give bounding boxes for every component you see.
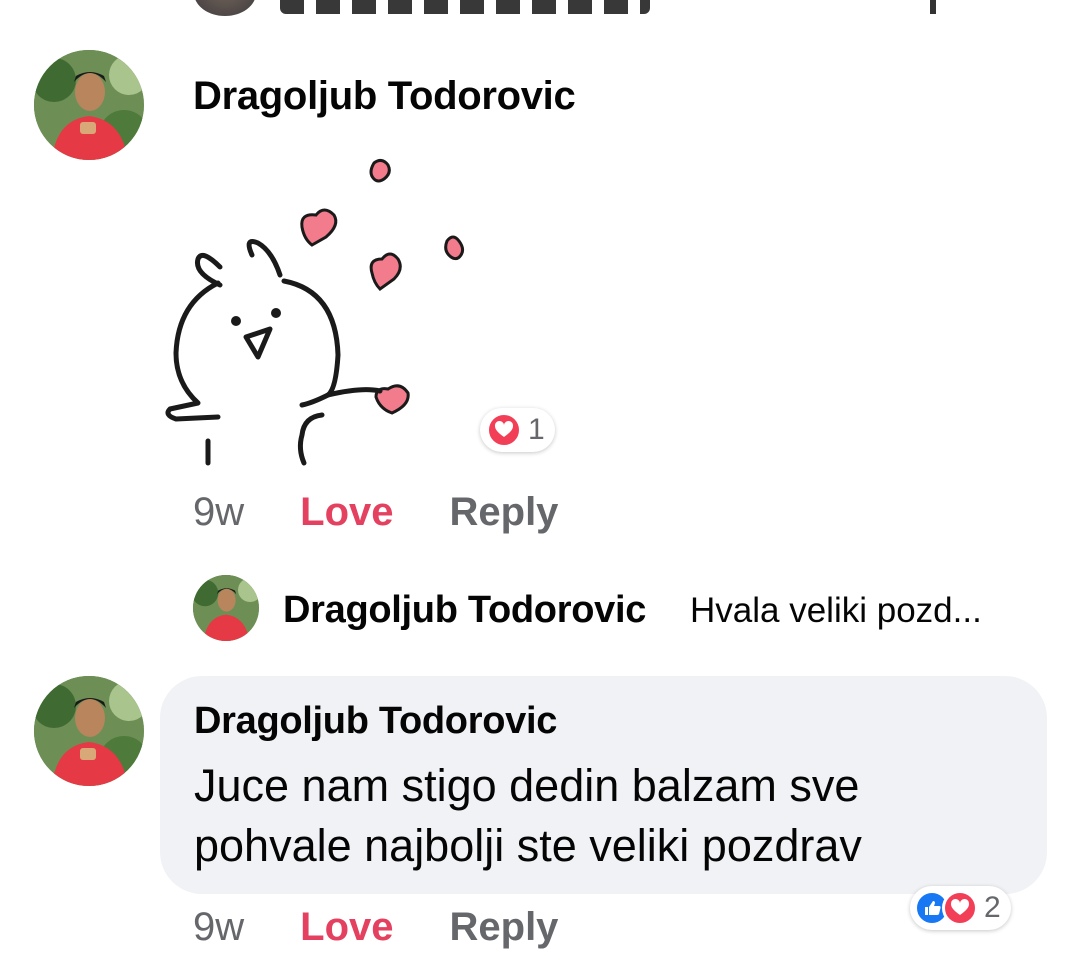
reply-author[interactable]: Dragoljub Todorovic (283, 589, 646, 632)
reaction-count: 1 (528, 413, 545, 446)
comment-timestamp[interactable]: 9w (193, 490, 244, 535)
bunny-hearts-sticker-icon (165, 158, 465, 466)
love-button[interactable]: Love (300, 490, 393, 535)
love-button[interactable]: Love (300, 905, 393, 950)
previous-reply-text-tail (930, 0, 936, 14)
previous-reply-text (280, 0, 650, 14)
avatar[interactable] (34, 50, 144, 160)
comment-actions: 9w Love Reply (193, 490, 558, 535)
comment-bubble[interactable]: Dragoljub Todorovic Juce nam stigo dedin… (160, 676, 1047, 894)
reaction-summary[interactable]: 2 (910, 886, 1011, 930)
sticker-image[interactable] (160, 155, 480, 475)
comments-thread: Dragoljub Todorovic 1 9w Love Reply Drag… (0, 0, 1080, 979)
avatar[interactable] (193, 575, 259, 641)
avatar[interactable] (194, 0, 256, 16)
reply-preview-row[interactable]: Dragoljub Todorovic Hvala veliki pozd... (193, 575, 1053, 641)
comment-actions: 9w Love Reply (193, 905, 558, 950)
reply-preview-text: Hvala veliki pozd... (690, 591, 982, 630)
reply-button[interactable]: Reply (450, 490, 559, 535)
reaction-count: 2 (984, 891, 1001, 924)
comment-timestamp[interactable]: 9w (193, 905, 244, 950)
comment-text: Juce nam stigo dedin balzam sve pohvale … (194, 760, 862, 871)
comment-author[interactable]: Dragoljub Todorovic (193, 74, 576, 119)
reply-button[interactable]: Reply (450, 905, 559, 950)
love-icon (486, 412, 522, 448)
avatar[interactable] (34, 676, 144, 786)
reaction-summary[interactable]: 1 (480, 408, 555, 452)
comment-author[interactable]: Dragoljub Todorovic (194, 700, 557, 743)
love-icon (942, 890, 978, 926)
previous-reply-row[interactable] (190, 0, 1050, 16)
